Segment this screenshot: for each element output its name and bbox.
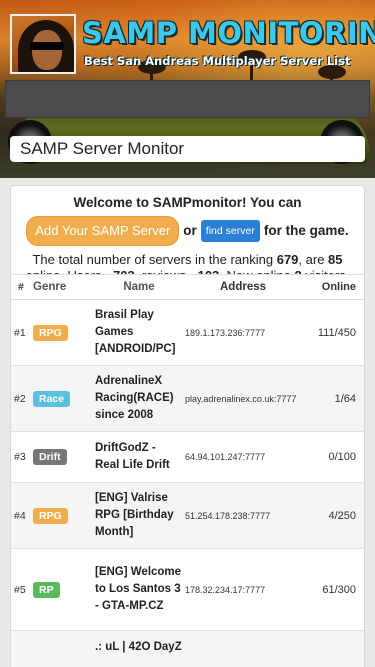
table-row[interactable]: #3 Drift DriftGodZ - Real Life Drift 64.… xyxy=(11,432,364,483)
genre-badge[interactable]: RPG xyxy=(33,507,68,524)
server-online: 111/450 xyxy=(317,326,356,339)
server-name-link[interactable]: AdrenalineX Racing(RACE) since 2008 xyxy=(95,373,183,424)
add-server-button[interactable]: Add Your SAMP Server xyxy=(26,216,180,246)
site-subtitle: Best San Andreas Multiplayer Server List xyxy=(84,54,351,68)
server-list-card: Welcome to SAMPmonitor! You can Add Your… xyxy=(10,185,365,667)
table-row[interactable]: #4 RPG [ENG] Valrise RPG [Birthday Month… xyxy=(11,483,364,549)
site-title[interactable]: SAMP MONITORING xyxy=(82,16,375,50)
stats-text-part: The total number of servers in the ranki… xyxy=(32,252,277,267)
cta-row: Add Your SAMP Server or find server for … xyxy=(17,216,358,246)
server-address: 51.254.178.238:7777 xyxy=(185,510,271,521)
col-genre-header[interactable]: Genre xyxy=(33,281,95,293)
ad-banner[interactable] xyxy=(5,80,370,118)
server-address: 178.32.234.17:7777 xyxy=(185,584,266,595)
genre-badge[interactable]: Drift xyxy=(33,449,67,465)
server-name-link[interactable]: [ENG] Valrise RPG [Birthday Month] xyxy=(95,490,183,541)
col-num-header[interactable]: # xyxy=(11,281,33,293)
total-servers-count: 679 xyxy=(276,252,299,267)
server-address: 189.1.173.236:7777 xyxy=(185,327,266,338)
row-rank: #1 xyxy=(14,326,26,339)
server-table: # Genre Name Address Online #1 RPG Brasi… xyxy=(11,274,364,667)
or-text: or xyxy=(183,223,197,238)
genre-badge[interactable]: Race xyxy=(33,390,71,407)
online-servers-count: 85 xyxy=(328,252,343,267)
server-address: play.adrenalinex.co.uk:7777 xyxy=(185,393,297,404)
server-name-link[interactable]: [ENG] Welcome to Los Santos 3 - GTA-MP.C… xyxy=(95,564,183,615)
table-row[interactable]: #2 Race AdrenalineX Racing(RACE) since 2… xyxy=(11,366,364,432)
table-row[interactable]: #1 RPG Brasil Play Games [ANDROID/PC] 18… xyxy=(11,300,364,366)
col-address-header[interactable]: Address xyxy=(183,281,301,293)
site-search-box[interactable]: SAMP Server Monitor xyxy=(10,136,365,162)
row-rank: #5 xyxy=(14,583,26,596)
logo-portrait[interactable] xyxy=(10,14,76,74)
server-address: 64.94.101.247:7777 xyxy=(185,452,266,462)
server-name-link[interactable]: .: uL | 42O DayZ xyxy=(95,639,183,656)
row-rank: #4 xyxy=(14,509,26,522)
table-row[interactable]: .: uL | 42O DayZ xyxy=(11,631,364,667)
welcome-panel: Welcome to SAMPmonitor! You can Add Your… xyxy=(11,186,364,284)
server-online: 1/64 xyxy=(334,392,356,405)
genre-badge[interactable]: RPG xyxy=(33,324,68,341)
server-online: 4/250 xyxy=(328,509,356,522)
table-row[interactable]: #5 RP [ENG] Welcome to Los Santos 3 - GT… xyxy=(11,549,364,631)
genre-badge[interactable]: RP xyxy=(33,581,60,598)
server-name-link[interactable]: DriftGodZ - Real Life Drift xyxy=(95,440,183,474)
row-rank: #2 xyxy=(14,392,26,405)
col-name-header[interactable]: Name xyxy=(95,279,183,296)
find-server-button[interactable]: find server xyxy=(200,220,260,242)
header-banner: SAMP MONITORING Best San Andreas Multipl… xyxy=(0,0,375,178)
stats-text-part: , are xyxy=(298,252,329,267)
server-online: 0/100 xyxy=(328,451,356,463)
col-online-header[interactable]: Online xyxy=(301,281,364,293)
server-name-link[interactable]: Brasil Play Games [ANDROID/PC] xyxy=(95,307,183,358)
row-rank: #3 xyxy=(14,451,26,463)
table-header: # Genre Name Address Online xyxy=(11,274,364,300)
welcome-title: Welcome to SAMPmonitor! You can xyxy=(73,195,302,210)
for-game-text: for the game. xyxy=(263,223,349,238)
server-online: 61/300 xyxy=(322,583,356,596)
